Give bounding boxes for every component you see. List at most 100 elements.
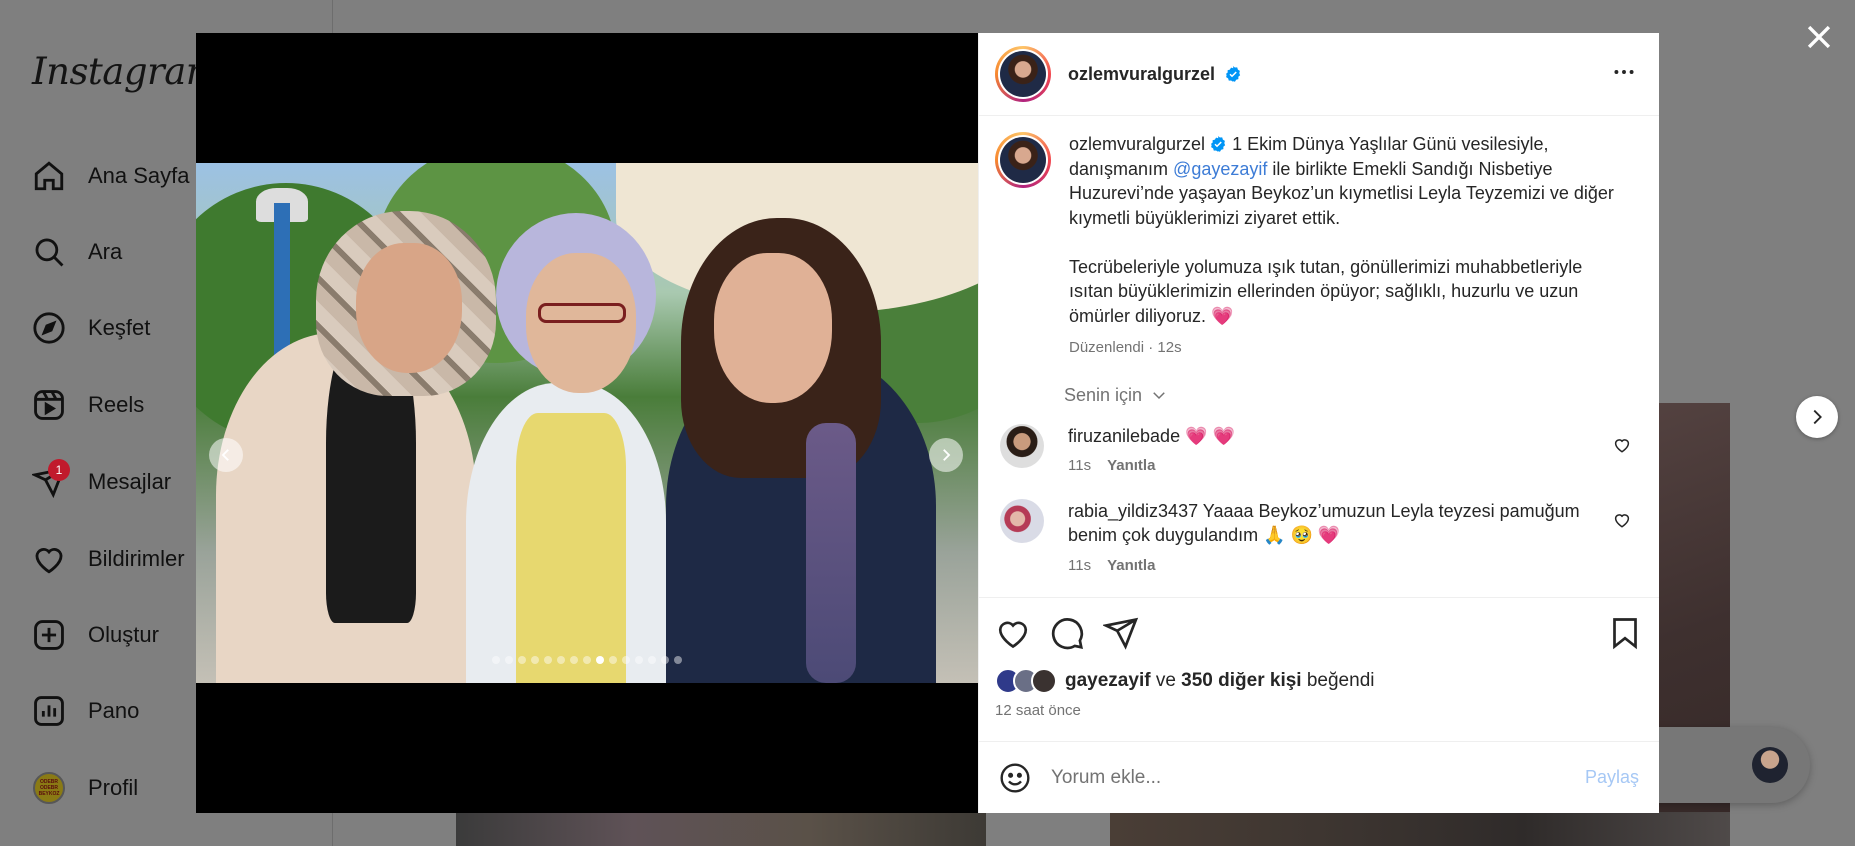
compass-icon [30,309,68,347]
chevron-left-icon [221,449,229,461]
chevron-right-icon [943,449,951,461]
likes-connector: ve [1150,670,1182,691]
caption-paragraph-2: Tecrübeleriyle yolumuza ışık tutan, gönü… [1069,256,1583,326]
sidebar-item-label: Oluştur [88,622,159,647]
next-post-button[interactable] [1796,396,1838,438]
search-icon [30,233,68,271]
sidebar-item-label: Pano [88,698,140,723]
sidebar-item-label: Ana Sayfa [88,163,190,188]
reply-button[interactable]: Yanıtla [1107,554,1155,579]
author-username[interactable]: ozlemvuralgurzel [1068,64,1215,84]
like-icon[interactable] [995,615,1031,651]
comment-input[interactable] [1051,766,1585,789]
comment-like-icon[interactable] [1613,436,1631,454]
post-comment-button[interactable]: Paylaş [1585,767,1639,788]
dashboard-icon [30,692,68,730]
close-modal-button[interactable] [1802,20,1836,54]
post-details-panel: ozlemvuralgurzel ozlemvuralgurzel 1 Ekim… [978,33,1659,813]
avatar[interactable] [1000,423,1044,468]
sidebar-item-messages[interactable]: 1 Mesajlar [30,458,171,506]
save-bookmark-icon[interactable] [1607,615,1643,651]
comment-like-icon[interactable] [1613,511,1631,529]
carousel-dot [648,656,656,664]
carousel-dot [492,656,500,664]
carousel-dot [635,656,643,664]
chevron-right-icon [1813,409,1822,425]
liker-avatars[interactable] [995,668,1057,694]
sidebar-item-label: Bildirimler [88,546,185,571]
post-actions: gayezayif ve 350 diğer kişi beğendi 12 s… [979,597,1659,757]
profile-avatar: ODEBR ODEBR BEYKOZ [30,769,68,807]
carousel-dot [583,656,591,664]
reply-button[interactable]: Yanıtla [1107,454,1155,479]
sidebar-item-explore[interactable]: Keşfet [30,304,150,352]
comment-text: 💗 💗 [1180,425,1235,446]
comment-sort-label: Senin için [1064,384,1143,405]
chevron-down-icon [1153,392,1165,400]
comment-time[interactable]: 11s [1068,554,1091,579]
sidebar-item-label: Keşfet [88,315,151,340]
more-dots-icon [1614,69,1634,74]
messages-icon: 1 [30,459,70,501]
carousel-dot [557,656,565,664]
comment-username[interactable]: rabia_yildiz3437 [1068,501,1198,521]
sidebar-item-label: Profil [88,775,139,800]
sidebar-item-label: Reels [88,392,145,417]
mention-link[interactable]: @gayezayif [1173,159,1267,179]
unread-badge: 1 [48,459,70,481]
post-time[interactable]: 12 saat önce [995,702,1643,719]
carousel-dot [518,656,526,664]
comment-username[interactable]: firuzanilebade [1068,426,1180,446]
share-icon[interactable] [1103,615,1139,651]
avatar[interactable] [1000,498,1044,543]
heart-icon [30,540,68,578]
reels-icon [30,386,68,424]
instagram-logo[interactable]: Instagram [32,50,221,93]
post-photo[interactable] [196,163,978,683]
likes-suffix: beğendi [1301,670,1375,691]
author-name-wrap: ozlemvuralgurzel [1068,64,1242,85]
sidebar-item-label: Ara [88,239,123,264]
home-icon [30,157,68,195]
caption-username[interactable]: ozlemvuralgurzel [1069,134,1205,154]
close-icon [1807,25,1831,49]
more-options-button[interactable] [1605,53,1643,96]
post-header: ozlemvuralgurzel [979,33,1659,116]
sidebar-item-profile[interactable]: ODEBR ODEBR BEYKOZ Profil [30,764,138,812]
comments-list[interactable]: ozlemvuralgurzel 1 Ekim Dünya Yaşlılar G… [979,116,1659,597]
carousel-dot [544,656,552,664]
sidebar-item-notifications[interactable]: Bildirimler [30,535,185,583]
likes-others-count[interactable]: 350 diğer kişi [1181,670,1301,691]
sidebar-item-search[interactable]: Ara [30,228,122,276]
caption-meta: Düzenlendi · 12s [1069,339,1182,356]
avatar [1752,747,1788,783]
comment-sort-dropdown[interactable]: Senin için [1064,385,1643,406]
first-liker[interactable]: gayezayif [1065,670,1151,691]
post-modal: ozlemvuralgurzel ozlemvuralgurzel 1 Ekim… [196,33,1659,813]
carousel-dot [531,656,539,664]
comment-time[interactable]: 11s [1068,454,1091,479]
background-post-image [456,812,986,846]
comment-item: rabia_yildiz3437 Yaaaa Beykoz’umuzun Ley… [995,498,1643,579]
carousel-dot [609,656,617,664]
author-avatar[interactable] [995,132,1051,188]
comment-icon[interactable] [1049,615,1085,651]
carousel-dot [596,656,604,664]
emoji-icon[interactable] [999,762,1031,794]
carousel-dot [505,656,513,664]
sidebar-item-home[interactable]: Ana Sayfa [30,152,190,200]
next-image-button[interactable] [929,438,963,472]
previous-image-button[interactable] [209,438,243,472]
likes-summary: gayezayif ve 350 diğer kişi beğendi [995,668,1643,694]
post-caption: ozlemvuralgurzel 1 Ekim Dünya Yaşlılar G… [995,132,1643,361]
carousel-indicator [196,656,978,664]
sidebar-item-create[interactable]: Oluştur [30,611,159,659]
carousel-dot [622,656,630,664]
sidebar-item-dashboard[interactable]: Pano [30,687,139,735]
verified-badge-icon [1210,136,1226,152]
author-avatar[interactable] [995,46,1051,102]
background-post-image [1110,812,1730,846]
sidebar-item-reels[interactable]: Reels [30,381,144,429]
add-comment-bar: Paylaş [979,741,1659,813]
post-media[interactable] [196,33,978,813]
